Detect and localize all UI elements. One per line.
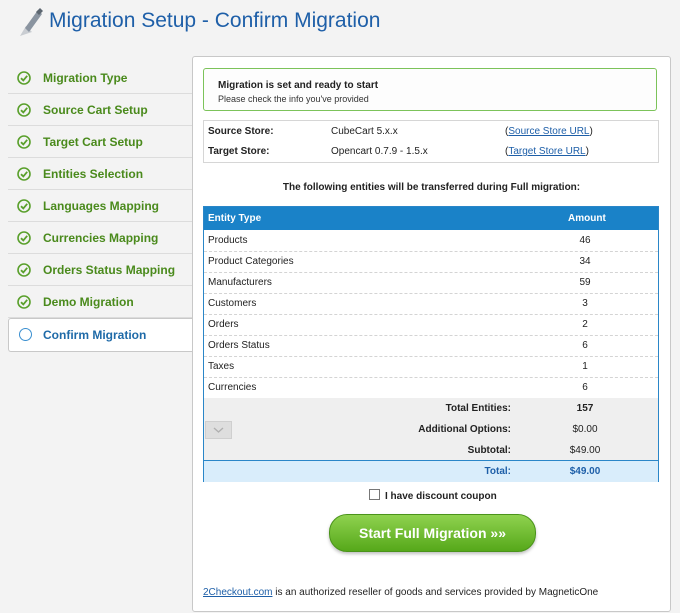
source-store-value: CubeCart 5.x.x <box>331 126 398 137</box>
source-store-url-link[interactable]: Source Store URL <box>508 126 589 137</box>
table-row: Products 46 <box>204 230 658 252</box>
table-row: Orders Status 6 <box>204 335 658 357</box>
page-title: Migration Setup - Confirm Migration <box>49 9 381 32</box>
sidebar-item-languages-mapping[interactable]: Languages Mapping <box>8 190 192 222</box>
table-row: Currencies 6 <box>204 377 658 398</box>
entity-amount: 6 <box>582 340 588 351</box>
entity-name: Taxes <box>208 361 235 372</box>
total-row: Total: $49.00 <box>204 460 658 482</box>
footer: 2Checkout.com is an authorized reseller … <box>203 587 598 598</box>
sidebar-item-migration-type[interactable]: Migration Type <box>8 62 192 94</box>
sidebar-item-label: Demo Migration <box>43 295 134 309</box>
check-circle-icon <box>17 199 31 213</box>
sidebar: Migration Type Source Cart Setup Target … <box>8 62 192 352</box>
check-circle-icon <box>17 71 31 85</box>
sidebar-item-label: Entities Selection <box>43 167 144 181</box>
target-store-row: Target Store: Opencart 0.7.9 - 1.5.x (Ta… <box>204 141 658 161</box>
additional-options-value: $0.00 <box>572 424 598 435</box>
total-entities-row: Total Entities: 157 <box>204 398 658 420</box>
footer-text: is an authorized reseller of goods and s… <box>272 587 599 598</box>
sidebar-item-confirm-migration[interactable]: Confirm Migration <box>8 318 192 352</box>
entity-name: Products <box>208 235 248 246</box>
current-step-circle-icon <box>19 328 32 341</box>
entity-name: Manufacturers <box>208 277 272 288</box>
start-full-migration-button[interactable]: Start Full Migration »» <box>329 514 536 552</box>
entities-heading: The following entities will be transferr… <box>282 182 581 193</box>
total-label: Total: <box>484 466 511 477</box>
header: Migration Setup - Confirm Migration <box>0 0 680 50</box>
entity-name: Product Categories <box>208 256 294 267</box>
additional-options-row: Additional Options: $0.00 <box>204 419 658 441</box>
sidebar-item-label: Confirm Migration <box>43 328 147 342</box>
sidebar-item-label: Source Cart Setup <box>43 103 148 117</box>
source-store-label: Source Store: <box>208 126 274 137</box>
entity-type-header: Entity Type <box>208 213 262 224</box>
total-entities-value: 157 <box>576 403 594 414</box>
entities-table: Entity Type Amount Products 46 Product C… <box>203 206 659 482</box>
check-circle-icon <box>17 167 31 181</box>
confirm-panel: Migration is set and ready to start Plea… <box>192 56 671 612</box>
target-store-link: (Target Store URL) <box>505 146 589 157</box>
subtotal-label: Subtotal: <box>467 445 511 456</box>
check-circle-icon <box>17 295 31 309</box>
sidebar-item-source-cart-setup[interactable]: Source Cart Setup <box>8 94 192 126</box>
status-title: Migration is set and ready to start <box>218 80 379 91</box>
source-store-row: Source Store: CubeCart 5.x.x (Source Sto… <box>204 121 658 141</box>
table-row: Orders 2 <box>204 314 658 336</box>
check-circle-icon <box>17 263 31 277</box>
additional-options-label: Additional Options: <box>418 424 511 435</box>
entity-amount: 3 <box>582 298 588 309</box>
store-info: Source Store: CubeCart 5.x.x (Source Sto… <box>203 120 659 163</box>
discount-coupon: I have discount coupon <box>369 489 497 502</box>
sidebar-item-label: Target Cart Setup <box>43 135 143 149</box>
discount-coupon-checkbox[interactable] <box>369 489 380 500</box>
status-subtitle: Please check the info you've provided <box>218 94 369 104</box>
total-entities-label: Total Entities: <box>445 403 511 414</box>
chevron-down-icon <box>213 427 224 433</box>
table-header: Entity Type Amount <box>204 207 658 230</box>
sidebar-item-label: Migration Type <box>43 71 128 85</box>
entity-amount: 1 <box>582 361 588 372</box>
entity-name: Orders Status <box>208 340 270 351</box>
subtotal-value: $49.00 <box>569 445 601 456</box>
sidebar-item-label: Orders Status Mapping <box>43 263 176 277</box>
entity-amount: 59 <box>579 277 591 288</box>
entity-amount: 6 <box>582 382 588 393</box>
logo-icon <box>20 8 43 36</box>
check-circle-icon <box>17 231 31 245</box>
entity-name: Currencies <box>208 382 257 393</box>
table-row: Taxes 1 <box>204 356 658 378</box>
sidebar-item-label: Languages Mapping <box>43 199 160 213</box>
source-store-link: (Source Store URL) <box>505 126 593 137</box>
table-row: Customers 3 <box>204 293 658 315</box>
table-row: Product Categories 34 <box>204 251 658 273</box>
entity-amount: 34 <box>579 256 591 267</box>
entity-name: Orders <box>208 319 239 330</box>
table-row: Manufacturers 59 <box>204 272 658 294</box>
check-circle-icon <box>17 135 31 149</box>
total-value: $49.00 <box>569 466 601 477</box>
sidebar-item-demo-migration[interactable]: Demo Migration <box>8 286 192 318</box>
status-message: Migration is set and ready to start Plea… <box>203 68 657 111</box>
sidebar-item-entities-selection[interactable]: Entities Selection <box>8 158 192 190</box>
entity-amount: 46 <box>579 235 591 246</box>
target-store-url-link[interactable]: Target Store URL <box>508 146 585 157</box>
expand-options-button[interactable] <box>205 421 232 439</box>
sidebar-item-orders-status-mapping[interactable]: Orders Status Mapping <box>8 254 192 286</box>
target-store-value: Opencart 0.7.9 - 1.5.x <box>331 146 428 157</box>
subtotal-row: Subtotal: $49.00 <box>204 440 658 462</box>
sidebar-item-currencies-mapping[interactable]: Currencies Mapping <box>8 222 192 254</box>
2checkout-link[interactable]: 2Checkout.com <box>203 587 272 598</box>
entity-name: Customers <box>208 298 257 309</box>
check-circle-icon <box>17 103 31 117</box>
target-store-label: Target Store: <box>208 146 270 157</box>
sidebar-item-target-cart-setup[interactable]: Target Cart Setup <box>8 126 192 158</box>
entity-amount: 2 <box>582 319 588 330</box>
sidebar-item-label: Currencies Mapping <box>43 231 159 245</box>
amount-header: Amount <box>568 213 606 224</box>
discount-coupon-label: I have discount coupon <box>385 491 497 502</box>
